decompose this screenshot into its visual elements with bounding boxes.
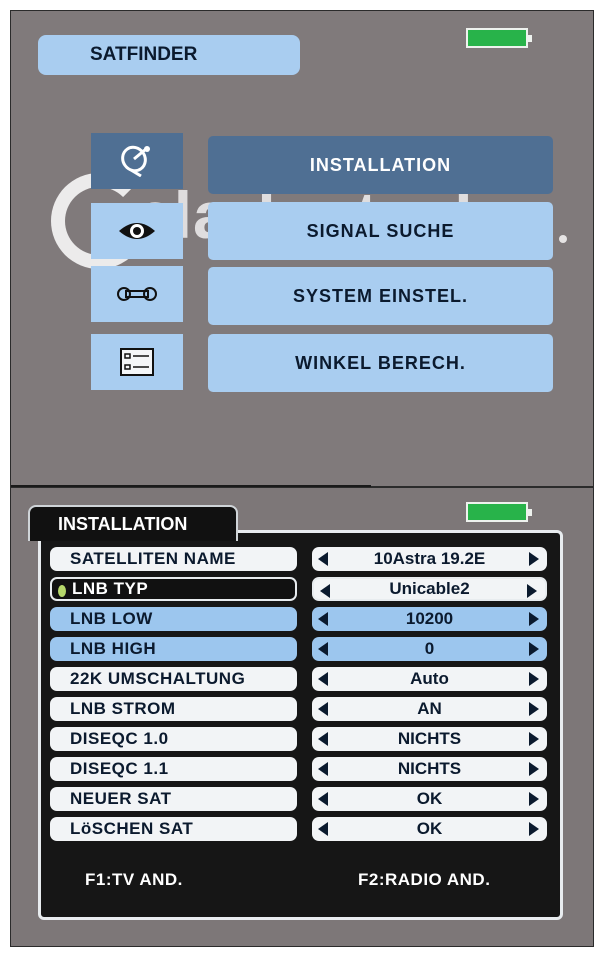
setting-row[interactable]: NEUER SAT OK [50, 787, 547, 811]
menu-button-signal-suche[interactable]: SIGNAL SUCHE [208, 202, 553, 260]
setting-label: LNB HIGH [50, 637, 297, 661]
satellite-dish-icon [121, 145, 150, 177]
arrow-right-icon[interactable] [529, 672, 539, 686]
installation-tab-title: INSTALLATION [28, 505, 238, 541]
setting-row[interactable]: LöSCHEN SAT OK [50, 817, 547, 841]
setting-label: NEUER SAT [50, 787, 297, 811]
setting-label: DISEQC 1.0 [50, 727, 297, 751]
setting-label: LNB TYP [50, 577, 297, 601]
setting-value-text: NICHTS [397, 729, 462, 748]
arrow-right-icon[interactable] [529, 642, 539, 656]
setting-value-selector[interactable]: 10Astra 19.2E [312, 547, 547, 571]
arrow-left-icon[interactable] [318, 702, 328, 716]
setting-value-text: Unicable2 [389, 579, 470, 598]
list-form-icon [120, 348, 154, 376]
menu-icon-installation[interactable] [91, 133, 183, 189]
f1-hint: F1:TV AND. [85, 870, 183, 889]
setting-row[interactable]: LNB STROM AN [50, 697, 547, 721]
arrow-right-icon[interactable] [529, 732, 539, 746]
arrow-right-icon[interactable] [529, 822, 539, 836]
arrow-left-icon[interactable] [318, 792, 328, 806]
menu-icon-system[interactable] [91, 266, 183, 322]
setting-label-text: LNB TYP [72, 579, 149, 598]
menu-button-winkel-berech[interactable]: WINKEL BERECH. [208, 334, 553, 392]
arrow-right-icon[interactable] [527, 584, 537, 598]
setting-value-selector[interactable]: Auto [312, 667, 547, 691]
arrow-left-icon[interactable] [318, 732, 328, 746]
setting-value-text: AN [417, 699, 442, 718]
setting-value-selector[interactable]: OK [312, 817, 547, 841]
arrow-right-icon[interactable] [529, 702, 539, 716]
setting-label: LNB STROM [50, 697, 297, 721]
arrow-right-icon[interactable] [529, 612, 539, 626]
arrow-left-icon[interactable] [318, 822, 328, 836]
top-screen: SATFINDER clarke-tech [11, 11, 593, 486]
arrow-left-icon[interactable] [318, 552, 328, 566]
setting-label-text: LöSCHEN SAT [70, 819, 194, 838]
setting-value-text: Auto [410, 669, 449, 688]
setting-value-text: OK [416, 789, 443, 808]
wrench-icon [117, 287, 157, 301]
arrow-right-icon[interactable] [529, 552, 539, 566]
setting-row[interactable]: 22K UMSCHALTUNG Auto [50, 667, 547, 691]
setting-label: LNB LOW [50, 607, 297, 631]
battery-icon [466, 502, 532, 522]
setting-label-text: 22K UMSCHALTUNG [70, 669, 246, 688]
menu-button-system-einstel[interactable]: SYSTEM EINSTEL. [208, 267, 553, 325]
setting-label-text: DISEQC 1.1 [70, 759, 169, 778]
arrow-right-icon[interactable] [529, 762, 539, 776]
setting-value-selector[interactable]: 10200 [312, 607, 547, 631]
setting-row[interactable]: SATELLITEN NAME 10Astra 19.2E [50, 547, 547, 571]
arrow-left-icon[interactable] [320, 584, 330, 598]
setting-value-selector[interactable]: AN [312, 697, 547, 721]
arrow-right-icon[interactable] [529, 792, 539, 806]
registered-mark [559, 235, 567, 243]
setting-label-text: SATELLITEN NAME [70, 549, 236, 568]
setting-row[interactable]: LNB HIGH 0 [50, 637, 547, 661]
menu-icon-winkel[interactable] [91, 334, 183, 390]
arrow-left-icon[interactable] [318, 612, 328, 626]
setting-label: SATELLITEN NAME [50, 547, 297, 571]
setting-label-text: LNB LOW [70, 609, 153, 628]
setting-value-selector[interactable]: 0 [312, 637, 547, 661]
setting-value-text: 10Astra 19.2E [373, 549, 486, 568]
menu-icon-signal[interactable] [91, 203, 183, 259]
setting-row[interactable]: DISEQC 1.1 NICHTS [50, 757, 547, 781]
setting-label: 22K UMSCHALTUNG [50, 667, 297, 691]
setting-value-selector[interactable]: NICHTS [312, 757, 547, 781]
focus-indicator-icon [58, 585, 66, 597]
setting-row[interactable]: LNB LOW 10200 [50, 607, 547, 631]
setting-label: LöSCHEN SAT [50, 817, 297, 841]
setting-value-text: OK [416, 819, 443, 838]
app-title: SATFINDER [38, 35, 300, 75]
arrow-left-icon[interactable] [318, 642, 328, 656]
setting-row[interactable]: LNB TYP Unicable2 [50, 577, 547, 601]
setting-value-selector[interactable]: NICHTS [312, 727, 547, 751]
setting-value-text: NICHTS [397, 759, 462, 778]
setting-value-selector[interactable]: OK [312, 787, 547, 811]
arrow-left-icon[interactable] [318, 672, 328, 686]
eye-icon [119, 223, 155, 239]
setting-label-text: LNB HIGH [70, 639, 157, 658]
setting-row[interactable]: DISEQC 1.0 NICHTS [50, 727, 547, 751]
arrow-left-icon[interactable] [318, 762, 328, 776]
setting-label: DISEQC 1.1 [50, 757, 297, 781]
screen-divider [11, 485, 371, 487]
setting-value-text: 0 [424, 639, 435, 658]
setting-value-text: 10200 [405, 609, 454, 628]
setting-value-selector[interactable]: Unicable2 [312, 577, 547, 601]
setting-label-text: DISEQC 1.0 [70, 729, 169, 748]
battery-icon [466, 28, 532, 48]
menu-button-installation[interactable]: INSTALLATION [208, 136, 553, 194]
setting-label-text: NEUER SAT [70, 789, 172, 808]
setting-label-text: LNB STROM [70, 699, 176, 718]
f2-hint: F2:RADIO AND. [358, 870, 491, 889]
